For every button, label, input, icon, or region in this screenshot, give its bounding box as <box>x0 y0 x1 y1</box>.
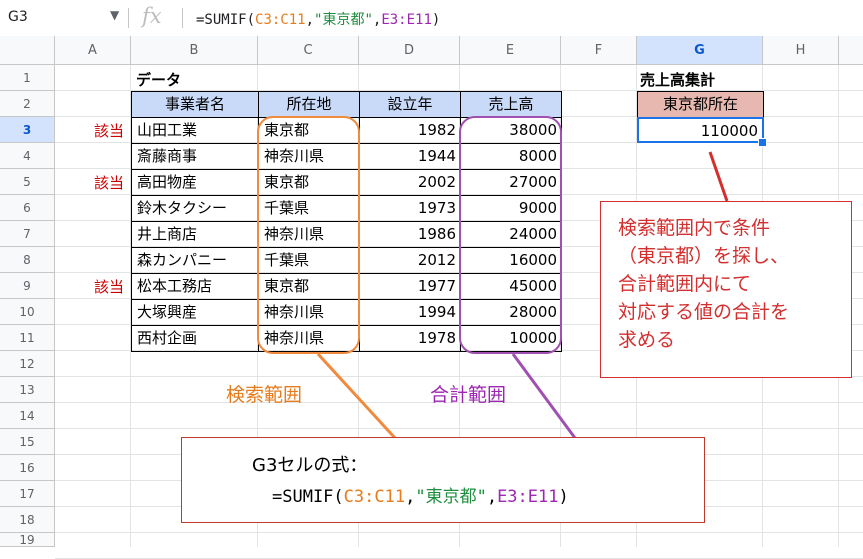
explanation-line: 合計範囲内にて <box>618 273 752 295</box>
result-pointer <box>708 151 729 202</box>
sum-range-pointer <box>511 353 577 439</box>
search-range-pointer <box>316 352 397 440</box>
explanation-line: 検索範囲内で条件 <box>618 217 771 239</box>
formula-sep: , <box>486 487 498 507</box>
explanation-line: （東京都）を探し、 <box>618 245 790 267</box>
explanation-callout: 検索範囲内で条件 （東京都）を探し、 合計範囲内にて 対応する値の合計を 求める <box>600 201 852 378</box>
formula-range1: C3:C11 <box>343 487 406 507</box>
explanation-line: 求める <box>618 329 676 351</box>
explanation-line: 対応する値の合計を <box>618 301 790 323</box>
formula-callout: G3セルの式： =SUMIF(C3:C11,"東京都",E3:E11) <box>181 437 705 523</box>
sum-range-label: 合計範囲 <box>430 384 507 406</box>
formula-sep: , <box>405 487 416 507</box>
formula-prefix: =SUMIF( <box>272 487 344 507</box>
formula-range2: E3:E11 <box>497 487 559 507</box>
formula-suffix: ) <box>558 487 569 507</box>
formula-criteria: "東京都" <box>415 487 487 507</box>
formula-callout-formula: =SUMIF(C3:C11,"東京都",E3:E11) <box>272 482 569 507</box>
formula-callout-title: G3セルの式： <box>252 455 368 476</box>
search-range-label: 検索範囲 <box>226 384 303 406</box>
